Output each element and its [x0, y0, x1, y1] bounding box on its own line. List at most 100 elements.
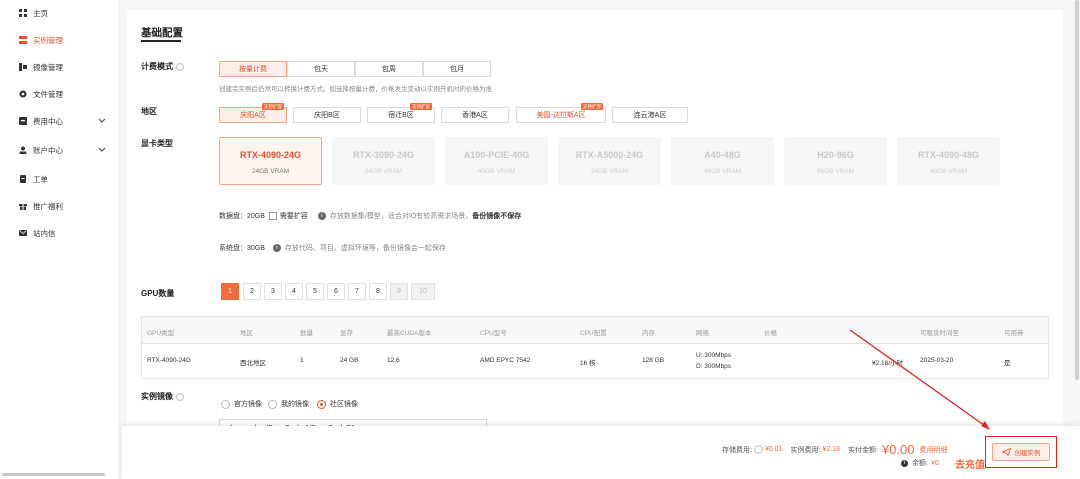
gpu-count-option[interactable]: 7 — [348, 283, 366, 300]
gpu-card-name: RTX-3090-24G — [352, 150, 415, 160]
help-icon[interactable] — [754, 445, 763, 454]
gpu-card[interactable]: RTX-4090-24G 24GB VRAM — [219, 137, 322, 185]
help-icon[interactable] — [176, 62, 184, 71]
page-scrollbar[interactable] — [1075, 0, 1079, 380]
sidebar-item-billing[interactable]: 费用中心 — [18, 114, 106, 128]
sidebar-item-account[interactable]: 账户中心 — [18, 143, 106, 157]
billing-option-monthly[interactable]: 包月 — [423, 61, 491, 77]
sidebar-item-messages[interactable]: 站内信 — [18, 226, 106, 240]
table-cell: D: 300Mbps — [696, 363, 732, 370]
region-label: 地区 — [141, 107, 157, 116]
recharge-link[interactable]: 去充值 — [955, 456, 985, 471]
balance-row: i 余额: ¥0 — [901, 458, 939, 468]
table-cell: U: 300Mbps — [696, 352, 732, 359]
expand-label: 需要扩容 — [279, 213, 308, 220]
table-header-cell: 内存 — [642, 330, 655, 337]
system-disk-note: 存放代码、项目、虚拟环境等，备份镜像会一起保存 — [284, 245, 446, 252]
gpu-card[interactable]: RTX-A5000-24G 24GB VRAM — [558, 137, 661, 185]
image-option-official[interactable]: 官方镜像 — [221, 399, 262, 409]
gpu-type-label: 显卡类型 — [141, 139, 173, 148]
table-header-cell: CPU型号 — [480, 330, 507, 337]
billing-label: 计费模式 — [141, 61, 184, 72]
storage-cost-label: 存储费用: — [722, 446, 752, 454]
instance-icon — [18, 36, 27, 45]
gpu-card-vram: 48GB VRAM — [703, 168, 742, 175]
help-icon[interactable] — [176, 392, 184, 401]
sidebar-item-promo[interactable]: 推广福利 — [18, 199, 106, 213]
sidebar-item-tickets[interactable]: 工单 — [18, 172, 106, 186]
user-icon — [18, 146, 27, 155]
table-cell: AMD EPYC 7542 — [480, 357, 531, 364]
send-icon — [1001, 448, 1011, 456]
data-disk-note: 存放数据集/模型，适合对IO有较高需求场景， — [329, 213, 473, 220]
image-label: 实例镜像 — [141, 391, 184, 402]
sidebar-item-files[interactable]: 文件管理 — [18, 87, 106, 101]
gpu-count-option[interactable]: 2 — [243, 283, 261, 300]
gpu-count-option[interactable]: 5 — [306, 283, 324, 300]
billing-option-hourly[interactable]: 按量计费 — [219, 61, 287, 77]
gpu-count-option[interactable]: 8 — [369, 283, 387, 300]
chevron-down-icon — [98, 118, 106, 123]
create-instance-button[interactable]: 创建实例 — [992, 443, 1050, 461]
region-option[interactable]: 香港A区 — [441, 107, 509, 123]
page-title: 基础配置 — [141, 27, 183, 39]
sidebar-scrollbar[interactable] — [2, 473, 105, 476]
table-cell: 24 GB — [340, 357, 359, 364]
gpu-card[interactable]: RTX-4090-48G 48GB VRAM — [897, 137, 1000, 185]
table-header-cell: 显存 — [340, 330, 353, 337]
gpu-count-option[interactable]: 1 — [221, 283, 239, 300]
sidebar-item-label: 站内信 — [33, 228, 56, 238]
scalable-badge: 支持扩容 — [581, 103, 603, 110]
sidebar-item-label: 实例管理 — [33, 35, 63, 45]
info-icon: i — [317, 212, 326, 220]
gpu-card-name: A100-PCIE-40G — [463, 150, 530, 160]
data-disk-size: 数据盘：20GB — [219, 213, 265, 220]
table-cell: 1 — [300, 357, 304, 364]
table-header-cell: 数量 — [300, 330, 313, 337]
expand-checkbox[interactable] — [268, 212, 277, 220]
mail-icon — [18, 229, 27, 238]
billing-option-weekly[interactable]: 包周 — [355, 61, 423, 77]
gpu-count-option[interactable]: 6 — [327, 283, 345, 300]
billing-icon — [18, 117, 27, 126]
region-option[interactable]: 宿迁B区 支持扩容 — [367, 103, 435, 123]
gpu-card[interactable]: A40-48G 48GB VRAM — [671, 137, 774, 185]
spec-table: GPU类型 地区 数量 显存 最高CUDA版本 CPU型号 CPU配置 内存 网… — [141, 316, 1049, 379]
region-option[interactable]: 连云港A区 — [612, 107, 688, 123]
chevron-down-icon — [98, 147, 106, 152]
system-disk-row: 系统盘：30GB i 存放代码、项目、虚拟环境等，备份镜像会一起保存 — [219, 243, 446, 253]
table-cell-price: ¥2.18/小时 — [872, 360, 904, 367]
gpu-card-vram: 24GB VRAM — [251, 168, 290, 175]
gpu-card[interactable]: H20-96G 96GB VRAM — [784, 137, 887, 185]
billing-option-daily[interactable]: 包天 — [287, 61, 355, 77]
gpu-count-option[interactable]: 10 — [411, 283, 435, 300]
region-option[interactable]: 美国-达拉斯A区 支持扩容 — [516, 103, 606, 123]
billing-hint: 创建完实例后仍然可以转换计费方式。如选择按量计费，价格发生变动以实例开机时的价格… — [219, 86, 492, 93]
title-underline — [141, 40, 181, 42]
region-option[interactable]: 庆阳A区 支持扩容 — [219, 103, 287, 123]
gpu-card-vram: 24GB VRAM — [590, 168, 629, 175]
gpu-card-vram: 96GB VRAM — [816, 168, 855, 175]
gpu-card-name: RTX-4090-24G — [239, 150, 302, 160]
region-option[interactable]: 庆阳B区 — [293, 107, 361, 123]
sidebar-item-label: 工单 — [33, 174, 48, 184]
gpu-count-option[interactable]: 3 — [264, 283, 282, 300]
cost-detail-link[interactable]: 费用明细 — [919, 445, 947, 455]
sidebar-item-home[interactable]: 主页 — [18, 6, 106, 20]
gpu-card[interactable]: A100-PCIE-40G 40GB VRAM — [445, 137, 548, 185]
scalable-badge: 支持扩容 — [262, 103, 284, 110]
gpu-count-option[interactable]: 9 — [390, 283, 408, 300]
gpu-card[interactable]: RTX-3090-24G 24GB VRAM — [332, 137, 435, 185]
image-option-mine[interactable]: 我的镜像 — [268, 399, 309, 409]
sidebar-item-label: 推广福利 — [33, 201, 63, 211]
table-cell: 128 GB — [642, 357, 665, 364]
sidebar-item-instances[interactable]: 实例管理 — [18, 33, 106, 47]
footer-bar: 存储费用: ¥0.01 实例费用: ¥2.18 实付金额: ¥0.00 费用明细… — [122, 426, 1080, 479]
image-option-community[interactable]: 社区镜像 — [317, 399, 358, 409]
sidebar-item-label: 镜像管理 — [33, 62, 63, 72]
data-disk-warning: 备份镜像不保存 — [472, 213, 522, 220]
gpu-count-option[interactable]: 4 — [285, 283, 303, 300]
instance-cost-value: ¥2.18 — [822, 446, 840, 453]
table-header-cell: CPU配置 — [580, 330, 607, 337]
sidebar-item-images[interactable]: 镜像管理 — [18, 60, 106, 74]
